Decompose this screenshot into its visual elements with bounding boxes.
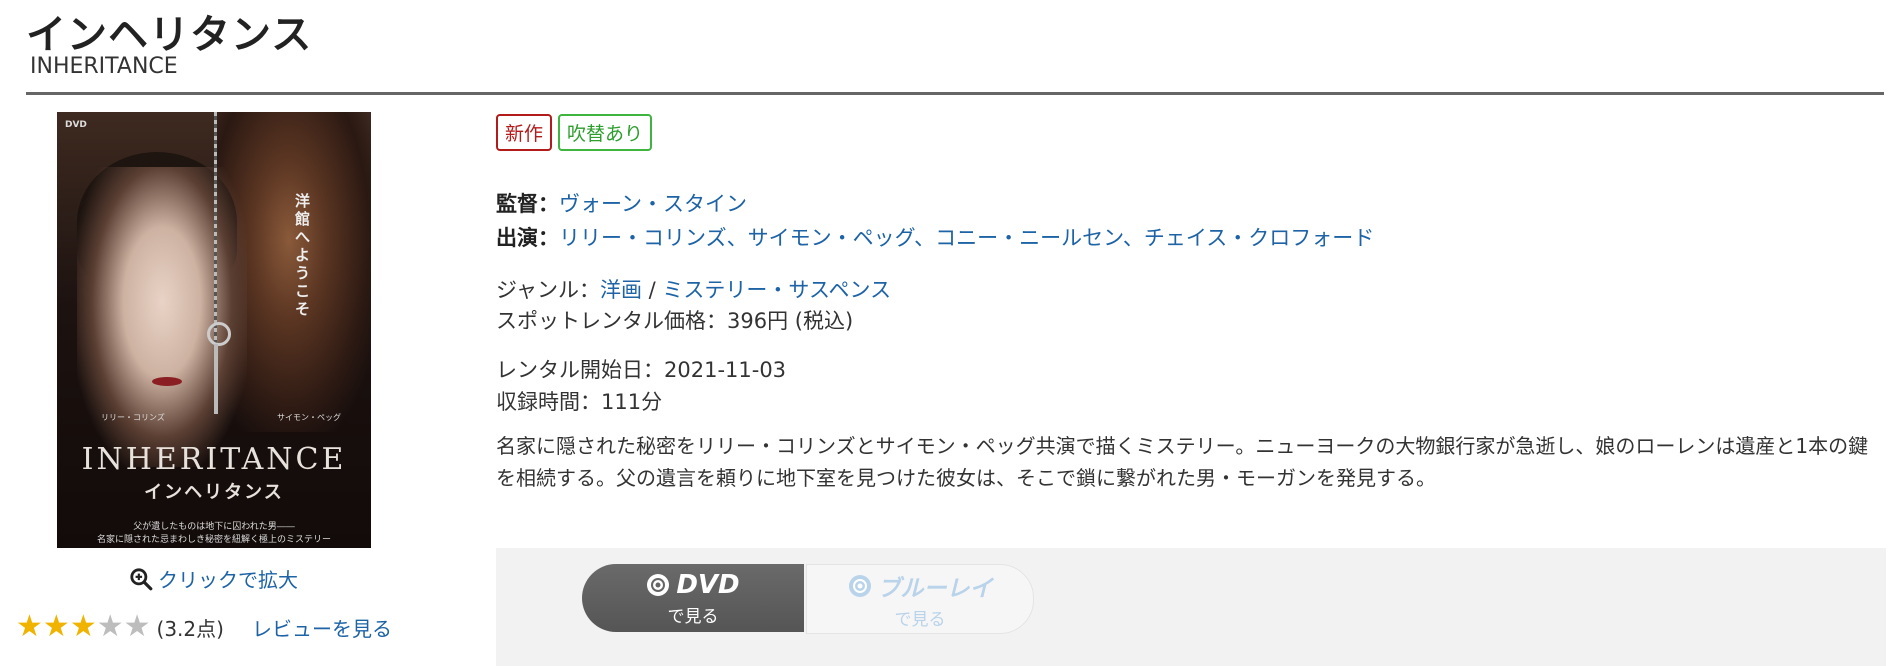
new-release-badge: 新作 xyxy=(496,114,553,151)
runtime-row: 収録時間：111分 xyxy=(496,386,662,416)
page-title: インヘリタンス xyxy=(26,12,313,58)
dvd-button-sub: で見る xyxy=(667,606,719,627)
poster-key-icon xyxy=(207,322,231,346)
dvd-button-label: DVD xyxy=(676,569,740,600)
star-filled-icon: ★ xyxy=(42,609,70,644)
dvd-button-top: DVD xyxy=(646,569,740,600)
cast-separator: 、 xyxy=(914,226,936,250)
disc-icon xyxy=(647,573,670,596)
runtime-value: 111分 xyxy=(601,390,663,414)
cast-link[interactable]: チェイス・クロフォード xyxy=(1144,226,1374,250)
disc-icon xyxy=(848,574,871,597)
synopsis: 名家に隠された秘密をリリー・コリンズとサイモン・ペッグ共演で描くミステリー。ニュ… xyxy=(496,434,1869,490)
director-link[interactable]: ヴォーン・スタイン xyxy=(559,192,747,216)
dvd-button[interactable]: DVD で見る xyxy=(582,564,804,632)
bluray-button-sub: で見る xyxy=(894,609,946,630)
genre-link-sub[interactable]: ミステリー・サスペンス xyxy=(662,278,891,302)
star-empty-icon: ★ xyxy=(123,609,151,644)
dubbed-badge: 吹替あり xyxy=(558,114,653,151)
price-value: 396円 (税込) xyxy=(727,309,854,333)
page-subtitle: INHERITANCE xyxy=(30,54,178,79)
poster-tagline-2: 名家に隠された忌まわしき秘密を紐解く極上のミステリー xyxy=(96,535,331,545)
cast-link[interactable]: サイモン・ペッグ xyxy=(748,226,915,250)
poster-chain xyxy=(214,112,217,357)
price-label: スポットレンタル価格： xyxy=(496,309,727,333)
poster-title-en: INHERITANCE xyxy=(81,442,347,477)
cast-separator: 、 xyxy=(726,226,748,250)
poster-tagline-1: 父が遺したものは地下に囚われた男―― xyxy=(133,522,295,532)
zoom-in-icon xyxy=(130,567,153,590)
poster-credits: リリー・コリンズ サイモン・ペッグ xyxy=(101,412,341,423)
director-label: 監督： xyxy=(496,192,559,216)
cast-link[interactable]: リリー・コリンズ xyxy=(559,226,727,250)
release-value: 2021-11-03 xyxy=(664,358,787,382)
poster-dvd-mark: DVD xyxy=(65,120,87,130)
price-row: スポットレンタル価格：396円 (税込) xyxy=(496,305,853,335)
release-row: レンタル開始日：2021-11-03 xyxy=(496,354,786,384)
genre-separator: / xyxy=(641,278,663,302)
poster-key-stem xyxy=(214,344,218,414)
cast-separator: 、 xyxy=(1122,226,1144,250)
zoom-label: クリックで拡大 xyxy=(158,568,298,592)
genre-link-main[interactable]: 洋画 xyxy=(600,278,642,302)
star-rating: ★★★★★ xyxy=(16,612,151,642)
cast-link[interactable]: コニー・ニールセン xyxy=(935,226,1123,250)
poster-credit-right: サイモン・ペッグ xyxy=(277,413,341,422)
cast-row: 出演：リリー・コリンズ、サイモン・ペッグ、コニー・ニールセン、チェイス・クロフォ… xyxy=(496,222,1374,252)
poster-credit-left: リリー・コリンズ xyxy=(101,413,165,422)
star-filled-icon: ★ xyxy=(69,609,97,644)
cast-label: 出演： xyxy=(496,226,559,250)
star-empty-icon: ★ xyxy=(96,609,124,644)
bluray-button-label: ブルーレイ xyxy=(877,575,993,602)
rating-score: (3.2点) xyxy=(156,616,224,641)
poster-title-ja: インヘリタンス xyxy=(144,482,284,503)
rating: ★★★★★ (3.2点) レビューを見る xyxy=(16,612,392,642)
format-panel: DVD で見る ブルーレイ で見る xyxy=(496,548,1886,666)
bluray-button-top: ブルーレイ xyxy=(848,569,993,603)
bluray-button[interactable]: ブルーレイ で見る xyxy=(806,564,1034,634)
runtime-label: 収録時間： xyxy=(496,390,601,414)
star-filled-icon: ★ xyxy=(16,609,43,644)
review-link[interactable]: レビューを見る xyxy=(252,613,392,642)
genre-row: ジャンル：洋画 / ミステリー・サスペンス xyxy=(496,274,891,304)
release-label: レンタル開始日： xyxy=(496,358,664,382)
poster-image[interactable]: DVD 洋館へようこそ リリー・コリンズ サイモン・ペッグ INHERITANC… xyxy=(57,112,371,548)
title-divider xyxy=(26,92,1884,95)
poster-vertical-text: 洋館へようこそ xyxy=(295,192,311,318)
director-row: 監督：ヴォーン・スタイン xyxy=(496,188,747,218)
poster-lips xyxy=(152,377,182,386)
badges: 新作 吹替あり xyxy=(496,114,653,151)
zoom-link[interactable]: クリックで拡大 xyxy=(128,564,298,593)
genre-label: ジャンル： xyxy=(496,278,600,302)
